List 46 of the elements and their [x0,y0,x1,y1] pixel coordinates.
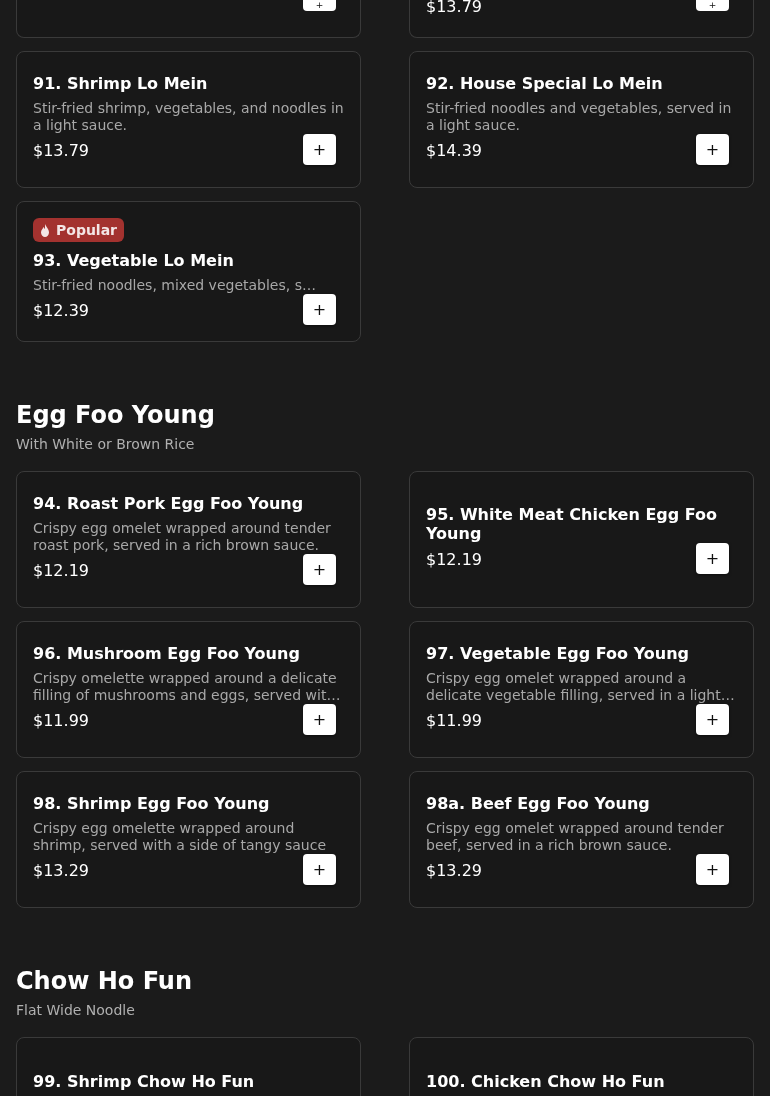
add-button[interactable]: + [303,554,336,585]
add-button[interactable]: + [303,854,336,885]
item-price: $13.29 [426,861,482,881]
item-price: $13.79 [426,0,482,14]
item-description: Crispy egg omelet wrapped around a delicate vegetable filling, served in a light… [426,670,736,704]
item-title: 96. Mushroom Egg Foo Young [33,644,301,663]
item-price: $12.19 [33,561,89,581]
item-title: 99. Shrimp Chow Ho Fun [33,1072,256,1091]
item-title: 92. House Special Lo Mein [426,74,664,93]
add-button[interactable]: + [303,704,336,735]
item-title: 98. Shrimp Egg Foo Young [33,794,271,813]
item-title: 100. Chicken Chow Ho Fun [426,1072,666,1091]
item-title: 93. Vegetable Lo Mein [33,251,235,270]
item-price: $11.99 [426,711,482,731]
item-title: 98a. Beef Egg Foo Young [426,794,651,813]
item-description: Stir-fried noodles, mixed vegetables, s… [33,277,317,294]
item-description: Crispy egg omelet wrapped around tender beef, served in a rich brown sauce. [426,820,725,854]
badge-label: Popular [56,222,118,238]
add-button[interactable]: + [696,0,729,11]
add-button[interactable]: + [303,134,336,165]
section-heading: Chow Ho Fun [16,966,193,996]
item-description: Crispy egg omelet wrapped around tender roast pork, served in a rich brown sauce. [33,520,332,554]
add-button[interactable]: + [303,294,336,325]
flame-icon [40,223,50,237]
add-button[interactable]: + [303,0,336,11]
item-price: $11.99 [33,711,89,731]
add-button[interactable]: + [696,543,729,574]
item-price: $12.39 [33,301,89,321]
section-subtitle: With White or Brown Rice [16,436,196,452]
item-description: Stir-fried noodles and vegetables, served in a light sauce. [426,100,733,134]
item-price: $13.29 [33,861,89,881]
item-title: 91. Shrimp Lo Mein [33,74,209,93]
item-price: $13.79 [33,141,89,161]
item-description: Stir-fried shrimp, vegetables, and noodles in a light sauce. [33,100,344,134]
item-title: 97. Vegetable Egg Foo Young [426,644,690,663]
item-description: Crispy egg omelette wrapped around shrimp, served with a side of tangy sauce [33,820,327,854]
section-subtitle: Flat Wide Noodle [16,1002,136,1018]
section-heading: Egg Foo Young [16,400,216,430]
add-button[interactable]: + [696,854,729,885]
item-title: 95. White Meat Chicken Egg Foo Young [426,505,719,543]
item-price: $14.39 [426,141,482,161]
item-description: Crispy omelette wrapped around a delicate filling of mushrooms and eggs, served wit… [33,670,342,704]
item-price: $12.19 [426,550,482,570]
add-button[interactable]: + [696,704,729,735]
item-title: 94. Roast Pork Egg Foo Young [33,494,305,513]
add-button[interactable]: + [696,134,729,165]
